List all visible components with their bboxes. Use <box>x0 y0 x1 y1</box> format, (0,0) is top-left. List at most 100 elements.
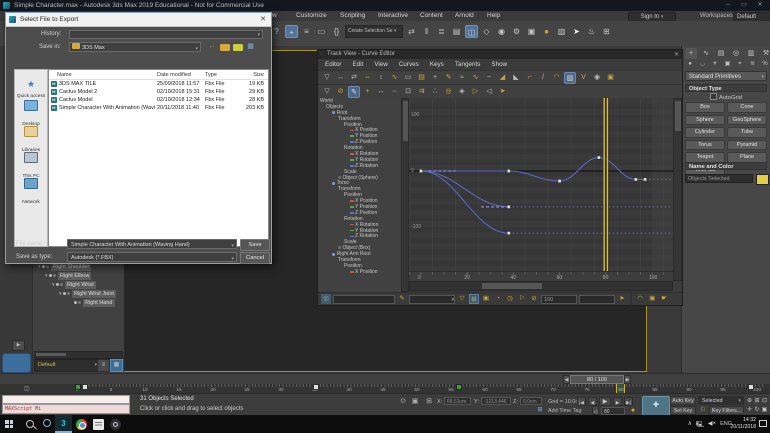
orbit-icon[interactable]: ↻ <box>754 406 761 414</box>
trackbar-key[interactable] <box>81 384 88 390</box>
column-name[interactable]: Name <box>57 72 72 78</box>
track-tree-row[interactable]: X Position <box>318 269 401 275</box>
column-type[interactable]: Type <box>205 72 217 78</box>
action-center-icon[interactable] <box>759 420 767 427</box>
curve-editor-menu-item[interactable]: Edit <box>352 61 363 68</box>
toolbar-icon[interactable]: ⇄ <box>405 25 418 38</box>
add-time-tag[interactable]: Add Time Tag <box>548 408 582 414</box>
next-key-button[interactable]: ▶ <box>613 396 622 406</box>
toolbar-icon[interactable]: {} <box>330 25 343 38</box>
curve-editor-tool-icon[interactable]: ▣ <box>605 72 617 84</box>
curve-editor-tool-icon[interactable]: ◈ <box>456 86 468 98</box>
frame-spin-down-icon[interactable]: ◁ <box>592 406 599 415</box>
select-key-cursor-icon[interactable]: ➤ <box>617 294 627 304</box>
time-tag-icon[interactable]: ⊞ <box>536 406 544 414</box>
create-selection-set-dropdown[interactable]: Create Selection Se ▾ <box>345 25 403 38</box>
taskbar-search-icon[interactable] <box>26 420 34 428</box>
zoom-all-icon[interactable]: ⊞ <box>754 397 761 405</box>
curve-editor-tool-icon[interactable]: ◢ <box>497 72 509 84</box>
up-folder-icon[interactable] <box>220 44 230 51</box>
file-name-combo[interactable]: Simple Character With Animation (Waving … <box>67 239 237 249</box>
view-menu-icon[interactable]: ▦ <box>245 42 256 52</box>
curve-editor-tool-icon[interactable]: ⌐ <box>524 72 536 84</box>
file-row[interactable]: 3DS MAX TILE 25/09/2018 11:57 Fbx File 1… <box>49 80 268 88</box>
curve-editor-tool-icon[interactable]: ⇉ <box>416 86 428 98</box>
curve-editor-tool-icon[interactable]: ~ <box>483 72 495 84</box>
zoom-icon[interactable]: ⊕ <box>746 397 753 405</box>
curve-editor-tool-icon[interactable]: ◁ <box>483 86 495 98</box>
dialog-titlebar[interactable]: Select File to Export ✕ <box>6 13 271 27</box>
taskbar-3dsmax-app[interactable]: 3 <box>55 415 72 433</box>
curve-editor-tool-icon[interactable]: ➤ <box>497 86 509 98</box>
curve-editor-close-icon[interactable]: ✕ <box>674 51 679 58</box>
menu-item[interactable]: Customize <box>296 12 327 19</box>
curve-editor-menu-item[interactable]: Editor <box>325 61 341 68</box>
toolbar-icon[interactable]: ⌖ <box>285 25 298 38</box>
collapse-arrow-icon[interactable]: ▼ <box>58 291 62 296</box>
toolbar-icon[interactable]: ♨ <box>585 25 598 38</box>
curve-editor-tool-icon[interactable]: ⊡ <box>402 86 414 98</box>
trackbar-key[interactable] <box>748 384 755 390</box>
key-filters-button[interactable]: Key Filters... <box>709 406 744 415</box>
curve-editor-tool-icon[interactable]: ⇔ <box>389 86 401 98</box>
transform-gizmo-button[interactable]: + <box>642 396 670 416</box>
curve-editor-tool-icon[interactable]: V <box>578 72 590 84</box>
curve-editor-tool-icon[interactable]: ▤ <box>416 72 428 84</box>
snap-key-icon[interactable]: ⊞ <box>469 294 479 304</box>
primitive-button[interactable]: Teapot <box>685 152 725 163</box>
maxscript-listener-top[interactable] <box>2 395 130 404</box>
curve-editor-menu-item[interactable]: View <box>374 61 388 68</box>
menu-item[interactable]: Content <box>420 12 443 19</box>
visibility-dot-icon[interactable] <box>74 301 78 304</box>
curve-editor-tool-icon[interactable]: ⊘ <box>335 86 347 98</box>
curve-editor-tool-icon[interactable]: ▽ <box>321 72 333 84</box>
expand-panel-button[interactable]: ▶ <box>12 340 25 351</box>
file-row[interactable]: Cactus Model 2 02/10/2018 15:31 Fbx File… <box>49 88 268 96</box>
visibility-dot-icon[interactable] <box>63 292 67 295</box>
curve-editor-tool-icon[interactable]: ↔ <box>375 86 387 98</box>
command-panel-tab[interactable]: + <box>685 48 697 59</box>
object-color-swatch[interactable] <box>756 174 769 185</box>
scene-explorer-node[interactable]: ▼ Right Elbow <box>33 271 124 280</box>
taskbar-app-icon[interactable] <box>110 418 121 430</box>
next-frame-icon[interactable]: ▶ <box>624 375 631 384</box>
category-icon[interactable]: ● <box>685 60 695 69</box>
curve-editor-tool-icon[interactable]: ▷ <box>470 86 482 98</box>
cancel-button[interactable]: Cancel <box>240 252 270 264</box>
toolbar-icon[interactable]: ▭ <box>315 25 328 38</box>
menu-item[interactable]: w <box>272 12 277 19</box>
toolbar-icon[interactable]: ≡ <box>300 25 313 38</box>
absolute-offset-icon[interactable]: ⊞ <box>424 397 434 407</box>
isolate-toggle-icon[interactable]: ⊙ <box>398 397 408 407</box>
curve-editor-tool-icon[interactable]: ≈ <box>456 72 468 84</box>
toolbar-icon[interactable]: ◉ <box>495 25 508 38</box>
toolbar-icon[interactable]: ◫ <box>465 25 478 38</box>
toolbar-icon[interactable]: ➤ <box>570 25 583 38</box>
autogrid-checkbox[interactable] <box>710 93 718 100</box>
file-row[interactable]: Simple Character With Animation (Waving … <box>49 104 268 112</box>
curve-editor-tool-icon[interactable]: ∿ <box>389 72 401 84</box>
curve-editor-tool-icon[interactable]: ◠ <box>551 72 563 84</box>
curve-editor-menu-item[interactable]: Tangents <box>455 61 481 68</box>
taskbar-clock[interactable]: 14:32 20/11/2018 <box>730 417 756 430</box>
command-panel-tab[interactable]: ▥ <box>745 48 757 59</box>
toolbar-icon[interactable]: ● <box>540 25 553 38</box>
curve-editor-tool-icon[interactable]: ◉ <box>591 72 603 84</box>
edit-track-set-icon[interactable]: ✎ <box>397 294 407 304</box>
start-button[interactable] <box>5 420 13 428</box>
curve-editor-tool-icon[interactable]: ✎ <box>348 85 360 98</box>
curve-editor-tool-icon[interactable]: ↕ <box>375 72 387 84</box>
curve-editor-tool-icon[interactable]: ⇔ <box>362 72 374 84</box>
places-item[interactable]: Network <box>15 174 47 205</box>
scene-explorer-node[interactable]: ▼ Right Hand <box>33 298 124 307</box>
collapse-arrow-icon[interactable]: ▼ <box>51 282 55 287</box>
new-folder-icon[interactable] <box>233 44 243 51</box>
time-slider[interactable]: ◀ 80 / 100 ▶ <box>563 375 631 384</box>
lock-key-icon[interactable]: ⊘ <box>529 294 539 304</box>
curve-editor-menu-item[interactable]: Keys <box>430 61 444 68</box>
category-icon[interactable]: ≋ <box>748 60 758 69</box>
scene-explorer-preset-dropdown[interactable]: Default ▾ <box>34 359 100 372</box>
toolbar-icon[interactable]: ≣ <box>435 25 448 38</box>
curve-editor-menu-item[interactable]: Show <box>491 61 507 68</box>
curve-editor-titlebar[interactable]: ∷ Track View - Curve Editor ✕ <box>318 50 682 59</box>
